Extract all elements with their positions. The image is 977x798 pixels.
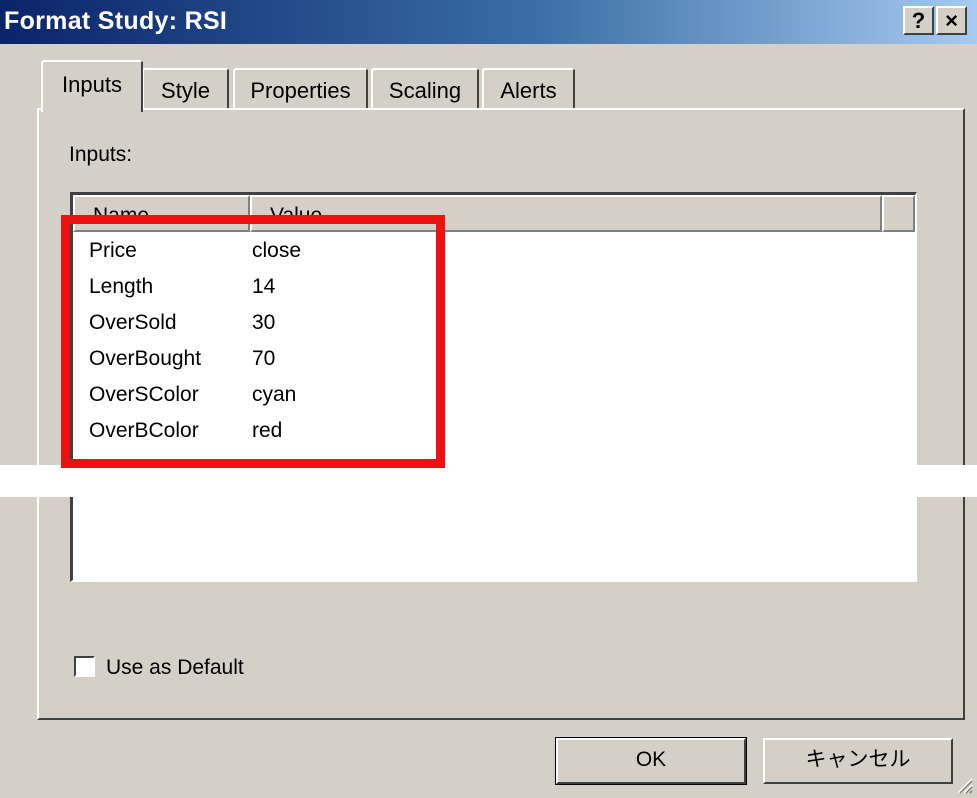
use-as-default-checkbox[interactable] bbox=[74, 656, 95, 677]
tab-style[interactable]: Style bbox=[142, 68, 229, 110]
tab-scaling[interactable]: Scaling bbox=[371, 68, 479, 110]
tab-alerts[interactable]: Alerts bbox=[482, 68, 575, 110]
tab-properties[interactable]: Properties bbox=[233, 68, 368, 110]
title-bar[interactable]: Format Study: RSI ? × bbox=[0, 0, 977, 44]
resize-grip-icon[interactable] bbox=[955, 776, 973, 794]
help-button[interactable]: ? bbox=[903, 6, 934, 35]
ok-button[interactable]: OK bbox=[555, 737, 747, 785]
image-crop-gap bbox=[0, 465, 977, 497]
use-as-default-label[interactable]: Use as Default bbox=[106, 656, 244, 680]
tab-inputs[interactable]: Inputs bbox=[41, 60, 143, 112]
annotation-highlight-box bbox=[61, 215, 445, 468]
column-header-empty[interactable] bbox=[882, 195, 915, 232]
inputs-section-label: Inputs: bbox=[69, 143, 133, 166]
close-button[interactable]: × bbox=[936, 6, 967, 35]
cancel-button[interactable]: キャンセル bbox=[763, 738, 953, 784]
window-title: Format Study: RSI bbox=[4, 7, 228, 35]
